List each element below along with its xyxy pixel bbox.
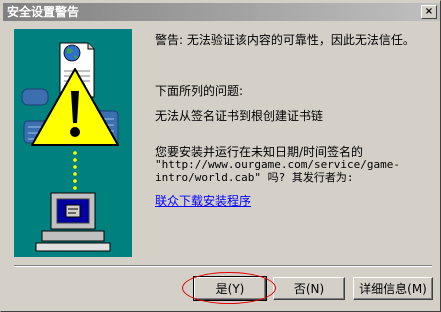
- question-line-2: "http://www.ourgame.com/service/game-: [155, 158, 401, 171]
- details-button[interactable]: 详细信息(M): [353, 277, 433, 300]
- question-line-3: intro/world.cab" 吗? 其发行者为:: [155, 171, 354, 184]
- divider: [14, 265, 432, 267]
- window-title: 安全设置警告: [7, 5, 80, 19]
- computer-icon: [35, 192, 111, 252]
- yes-button[interactable]: 是(Y): [193, 276, 267, 301]
- connection-dots: [73, 151, 77, 190]
- globe-icon: [63, 44, 81, 62]
- publisher-link[interactable]: 联众下载安装程序: [155, 194, 435, 208]
- close-button[interactable]: ×: [421, 5, 437, 19]
- yes-button-label: 是(Y): [215, 282, 245, 296]
- security-illustration: [14, 29, 132, 257]
- question-line-1: 您要安装并运行在未知日期/时间签名的: [155, 145, 364, 159]
- close-icon: ×: [424, 6, 434, 17]
- warning-message: 警告: 无法验证该内容的可靠性，因此无法信任。: [155, 33, 415, 47]
- issues-heading: 下面所列的问题:: [155, 84, 244, 98]
- security-warning-dialog: 安全设置警告 × 警告: 无法验证该内容的可靠性，因此无法信任。 下面所列的问题…: [0, 0, 441, 312]
- no-button[interactable]: 否(N): [273, 277, 345, 300]
- warning-icon: [31, 68, 119, 146]
- title-bar[interactable]: 安全设置警告 ×: [3, 3, 440, 21]
- issue-item: 无法从签名证书到根创建证书链: [155, 109, 324, 123]
- details-button-label: 详细信息(M): [359, 282, 427, 296]
- no-button-label: 否(N): [293, 282, 325, 296]
